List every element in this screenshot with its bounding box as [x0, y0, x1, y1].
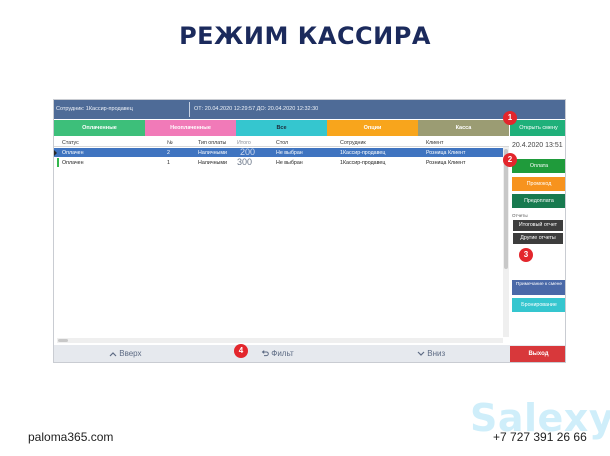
filter-tabs: Оплаченные Неоплаченные Все Опции Касса: [54, 120, 509, 136]
cell-number: 1: [167, 160, 170, 166]
phone-number: +7 727 391 26 66: [493, 430, 587, 444]
callout-badge-3: 3: [519, 248, 533, 262]
filter-button[interactable]: Фильт: [261, 349, 294, 358]
open-shift-button[interactable]: Открыть смену: [510, 120, 565, 136]
table-row[interactable]: Оплачен 1 Наличными 300 Не выбран 1Касси…: [54, 157, 504, 167]
slide-title: РЕЖИМ КАССИРА: [179, 22, 431, 50]
status-marker: [57, 158, 59, 167]
top-info-bar: Сотрудник: 1Кассир-продавец ОТ: 20.04.20…: [54, 100, 565, 119]
header-table[interactable]: Стол: [276, 140, 288, 146]
cell-payment-type: Наличными: [198, 160, 227, 166]
callout-badge-2: 2: [503, 153, 517, 167]
cell-client: Розница Клиент: [426, 160, 466, 166]
header-employee[interactable]: Сотрудник: [340, 140, 366, 146]
cell-table: Не выбран: [276, 160, 303, 166]
header-client[interactable]: Клиент: [426, 140, 443, 146]
header-status[interactable]: Статус: [62, 140, 79, 146]
exit-button[interactable]: Выход: [510, 346, 565, 362]
callout-badge-4: 4: [234, 344, 248, 358]
reports-label: Отчеты: [512, 213, 528, 218]
tab-options[interactable]: Опции: [327, 120, 418, 136]
bottom-nav-bar: Вверх Фильт Вниз Выход: [54, 345, 565, 362]
final-report-button[interactable]: Итоговый отчет: [513, 220, 563, 231]
period-label: ОТ: 20.04.2020 12:29:57 ДО: 20.04.2020 1…: [194, 106, 319, 112]
vertical-scrollbar[interactable]: [503, 147, 509, 337]
cell-employee: 1Кассир-продавец: [340, 160, 386, 166]
undo-arrow-icon: [261, 350, 269, 357]
scroll-thumb[interactable]: [58, 339, 68, 342]
prepayment-button[interactable]: Предоплата: [512, 194, 565, 208]
cell-total: 300: [237, 157, 253, 167]
tab-all[interactable]: Все: [236, 120, 327, 136]
divider: [189, 102, 190, 117]
cell-employee: 1Кассир-продавец: [340, 150, 386, 156]
cashier-window: Сотрудник: 1Кассир-продавец ОТ: 20.04.20…: [53, 99, 566, 363]
booking-button[interactable]: Бронирование: [512, 298, 565, 312]
datetime-label: 20.4.2020 13:51: [512, 142, 563, 149]
cell-status: Оплачен: [62, 160, 84, 166]
other-reports-button[interactable]: Другие отчеты: [513, 233, 563, 244]
cell-payment-type: Наличными: [198, 150, 227, 156]
triangle-right-icon: [54, 149, 57, 156]
header-total[interactable]: Итого: [237, 140, 251, 146]
cell-total: 200: [240, 147, 256, 157]
horizontal-scrollbar[interactable]: [57, 338, 503, 343]
header-number[interactable]: №: [167, 140, 173, 146]
filter-label: Фильт: [271, 349, 294, 358]
callout-badge-1: 1: [503, 111, 517, 125]
chevron-down-icon: [417, 351, 425, 356]
website-link[interactable]: paloma365.com: [28, 430, 113, 444]
table-header: Статус № Тип оплаты Итого Стол Сотрудник…: [54, 138, 509, 147]
orders-table: Статус № Тип оплаты Итого Стол Сотрудник…: [54, 138, 509, 338]
tab-unpaid[interactable]: Неоплаченные: [145, 120, 236, 136]
seller-label: Сотрудник: 1Кассир-продавец: [56, 106, 133, 112]
cell-number: 2: [167, 150, 170, 156]
cell-status: Оплачен: [62, 150, 84, 156]
scroll-thumb[interactable]: [504, 149, 508, 269]
table-row[interactable]: Оплачен 2 Наличными 200 Не выбран 1Касси…: [54, 147, 504, 157]
side-panel: 20.4.2020 13:51 Оплата Промокод Предопла…: [510, 138, 565, 343]
scroll-up-label: Вверх: [119, 349, 142, 358]
scroll-down-label: Вниз: [427, 349, 446, 358]
promo-code-button[interactable]: Промокод: [512, 177, 565, 191]
cell-client: Розница Клиент: [426, 150, 466, 156]
scroll-up-button[interactable]: Вверх: [109, 349, 142, 358]
cell-table: Не выбран: [276, 150, 303, 156]
header-payment-type[interactable]: Тип оплаты: [198, 140, 226, 146]
scroll-down-button[interactable]: Вниз: [417, 349, 445, 358]
pay-button[interactable]: Оплата: [512, 159, 565, 173]
shift-note-button[interactable]: Примечание к смене: [512, 280, 565, 295]
chevron-up-icon: [109, 352, 117, 357]
tab-cash[interactable]: Касса: [418, 120, 509, 136]
tab-paid[interactable]: Оплаченные: [54, 120, 145, 136]
